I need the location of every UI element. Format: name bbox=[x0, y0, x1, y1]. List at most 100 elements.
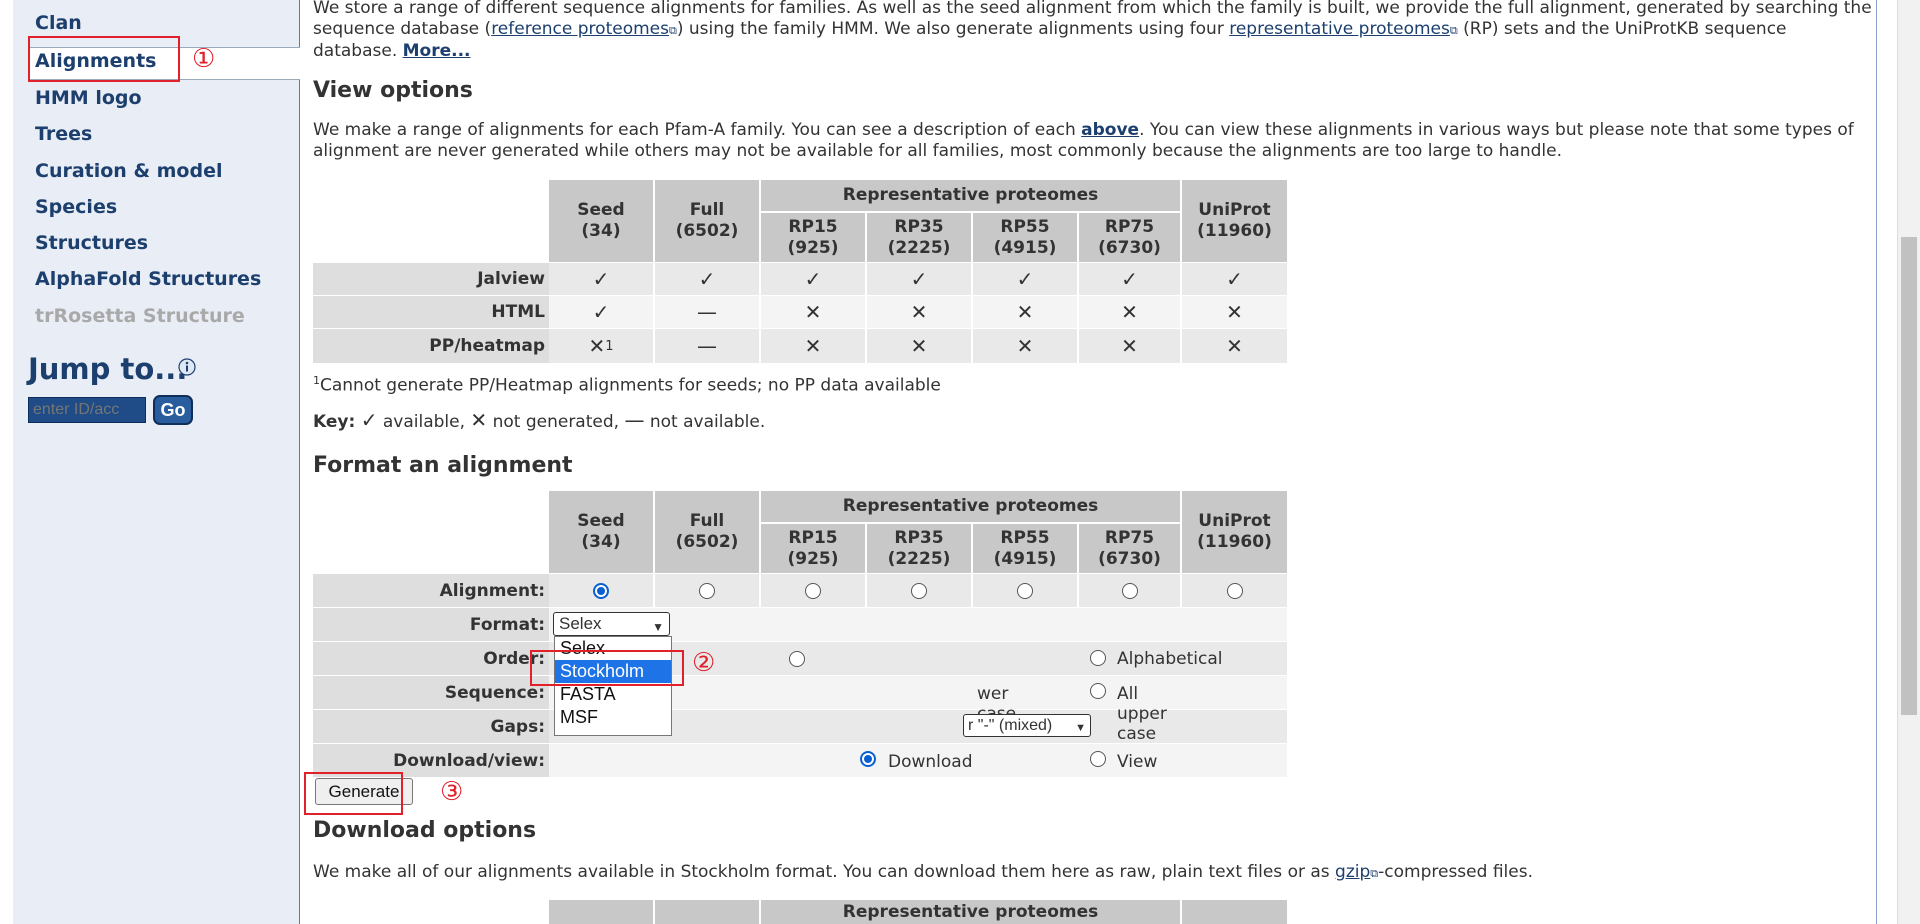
format-option-fasta[interactable]: FASTA bbox=[555, 683, 671, 706]
sidebar-item-clan[interactable]: Clan bbox=[35, 12, 82, 34]
header-uniprot-count: (11960) bbox=[1197, 221, 1272, 241]
header-rp35-count: (2225) bbox=[887, 237, 951, 258]
format-option-selex[interactable]: Selex bbox=[555, 637, 671, 660]
sequence-radio-upper[interactable] bbox=[1090, 683, 1106, 699]
format-header-seed-count: (34) bbox=[581, 532, 621, 552]
header-full: Full (6502) bbox=[655, 180, 761, 262]
sidebar-item-hmm-logo[interactable]: HMM logo bbox=[35, 87, 142, 109]
alignment-radio-rp35[interactable] bbox=[911, 582, 927, 599]
footnote: 1Cannot generate PP/Heatmap alignments f… bbox=[313, 370, 1873, 397]
format-header-rp55-count: (4915) bbox=[993, 548, 1057, 569]
format-option-stockholm[interactable]: Stockholm bbox=[555, 660, 671, 683]
format-header-rp35-label: RP35 bbox=[894, 527, 944, 548]
order-radio-alphabetical[interactable] bbox=[1090, 650, 1106, 666]
sequence-upper-label: All upper case bbox=[1117, 684, 1167, 744]
chevron-down-icon: ▼ bbox=[1075, 722, 1086, 734]
alignment-radio-rp55[interactable] bbox=[1017, 582, 1033, 599]
header-rp15: RP15 (925) bbox=[761, 213, 867, 262]
download-text-2: -compressed files. bbox=[1378, 862, 1533, 882]
format-header-rp75-count: (6730) bbox=[1098, 548, 1161, 569]
view-options-paragraph: We make a range of alignments for each P… bbox=[313, 120, 1873, 162]
above-link[interactable]: above bbox=[1081, 120, 1139, 140]
cross-icon: ✕ bbox=[1121, 334, 1138, 358]
check-icon: ✓ bbox=[592, 300, 610, 324]
download-header-seed bbox=[549, 900, 655, 924]
row-label-order: Order: bbox=[313, 642, 549, 675]
view-cell: ✓ bbox=[973, 263, 1079, 295]
download-text-1: We make all of our alignments available … bbox=[313, 862, 1336, 882]
view-cell: ✓ bbox=[867, 263, 973, 295]
format-header-uniprot-label: UniProt bbox=[1198, 511, 1271, 531]
representative-proteomes-link[interactable]: representative proteomes bbox=[1229, 19, 1450, 39]
view-cell: ✓ bbox=[761, 263, 867, 295]
view-cell: ✕ 1 bbox=[549, 329, 655, 363]
check-icon: ✓ bbox=[910, 267, 928, 291]
info-icon[interactable] bbox=[178, 358, 196, 376]
format-select[interactable]: Selex ▼ bbox=[553, 612, 670, 636]
view-options-title: View options bbox=[313, 78, 473, 103]
header-uniprot-label: UniProt bbox=[1198, 200, 1271, 220]
view-cell: ✕ bbox=[1182, 329, 1287, 363]
key-not-available: not available. bbox=[649, 412, 766, 432]
gzip-link[interactable]: gzip bbox=[1335, 862, 1370, 882]
header-full-count: (6502) bbox=[675, 221, 739, 241]
header-full-label: Full bbox=[689, 200, 725, 220]
view-options-text-1: We make a range of alignments for each P… bbox=[313, 120, 1082, 140]
cross-icon: ✕ bbox=[910, 334, 928, 358]
header-seed-count: (34) bbox=[581, 221, 621, 241]
cross-icon: ✕ bbox=[1226, 334, 1243, 358]
annotation-number-1: ① bbox=[192, 44, 216, 74]
view-cell: ✕ bbox=[761, 296, 867, 328]
format-header-rp75-label: RP75 bbox=[1104, 527, 1155, 548]
dash-icon: — bbox=[697, 334, 717, 358]
annotation-number-2: ② bbox=[692, 648, 716, 678]
intro-text-2: ) using the family HMM. We also generate… bbox=[676, 19, 1230, 39]
chevron-down-icon: ▼ bbox=[652, 620, 664, 634]
sidebar-item-alignments[interactable]: Alignments bbox=[35, 50, 156, 72]
header-rp75-label: RP75 bbox=[1104, 216, 1155, 237]
sidebar-item-trees[interactable]: Trees bbox=[35, 123, 92, 145]
go-button[interactable]: Go bbox=[153, 395, 193, 425]
gaps-select[interactable]: r "-" (mixed) ▼ bbox=[963, 714, 1091, 737]
download-header-full bbox=[655, 900, 761, 924]
alignment-cell-rp35 bbox=[867, 574, 973, 607]
alignment-radio-full[interactable] bbox=[699, 582, 715, 599]
view-radio[interactable] bbox=[1090, 751, 1106, 767]
reference-proteomes-link[interactable]: reference proteomes bbox=[491, 19, 669, 39]
alignment-radio-rp15[interactable] bbox=[805, 582, 821, 599]
jump-to-title: Jump to... bbox=[28, 352, 188, 386]
generate-button[interactable]: Generate bbox=[315, 778, 413, 805]
scrollbar-thumb[interactable] bbox=[1901, 237, 1917, 715]
format-header-rp55-label: RP55 bbox=[1000, 527, 1050, 548]
sidebar-item-alphafold[interactable]: AlphaFold Structures bbox=[35, 268, 261, 290]
jump-to-input[interactable] bbox=[28, 397, 146, 423]
alignment-radio-rp75[interactable] bbox=[1121, 582, 1138, 599]
view-cell: ✓ bbox=[1182, 263, 1287, 295]
sidebar-item-curation[interactable]: Curation & model bbox=[35, 160, 223, 182]
key-available: available, bbox=[382, 412, 466, 432]
format-header-rp35-count: (2225) bbox=[887, 548, 951, 569]
external-link-icon: ⧉ bbox=[1449, 24, 1458, 37]
download-options-title: Download options bbox=[313, 818, 537, 843]
more-link[interactable]: More... bbox=[403, 41, 471, 61]
format-header-full: Full (6502) bbox=[655, 491, 761, 573]
header-rp55: RP55 (4915) bbox=[973, 213, 1079, 262]
check-icon: ✓ bbox=[592, 267, 610, 291]
cross-icon: ✕ bbox=[804, 300, 822, 324]
view-cell: ✕ bbox=[761, 329, 867, 363]
sidebar: Clan Alignments HMM logo Trees Curation … bbox=[0, 0, 300, 924]
gaps-select-value: r "-" (mixed) bbox=[968, 717, 1053, 734]
format-option-msf[interactable]: MSF bbox=[555, 706, 671, 729]
alignment-radio-seed[interactable] bbox=[593, 582, 609, 599]
download-radio[interactable] bbox=[860, 751, 876, 767]
sidebar-item-species[interactable]: Species bbox=[35, 196, 117, 218]
order-radio-tree[interactable] bbox=[789, 651, 805, 667]
header-rp75-count: (6730) bbox=[1098, 237, 1161, 258]
download-options-paragraph: We make all of our alignments available … bbox=[313, 862, 1873, 884]
format-header-uniprot-count: (11960) bbox=[1197, 532, 1272, 552]
alignment-radio-uniprot[interactable] bbox=[1226, 582, 1243, 599]
format-select-value: Selex bbox=[559, 614, 602, 633]
format-header-rp15-label: RP15 bbox=[788, 527, 838, 548]
view-label: View bbox=[1117, 752, 1158, 772]
sidebar-item-structures[interactable]: Structures bbox=[35, 232, 148, 254]
